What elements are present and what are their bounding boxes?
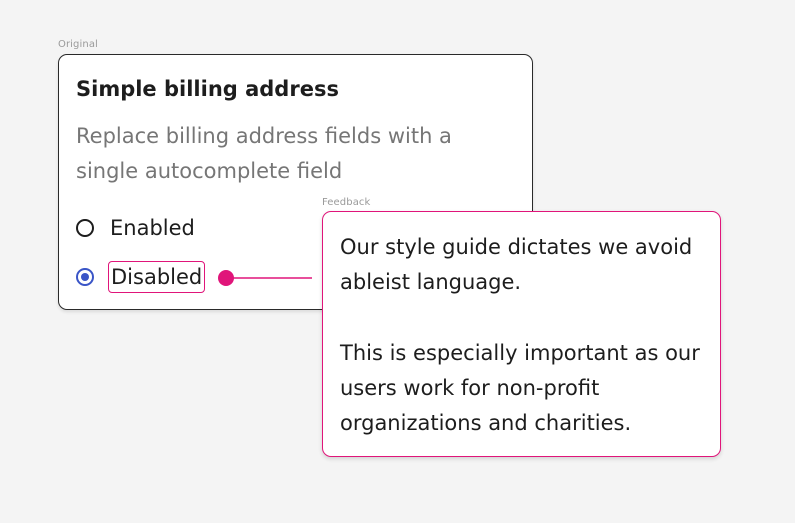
annotation-anchor-dot [218, 270, 234, 286]
feedback-paragraph: Our style guide dictates we avoid ableis… [340, 235, 693, 294]
setting-description: Replace billing address fields with a si… [76, 124, 452, 183]
feedback-card: Our style guide dictates we avoid ableis… [322, 211, 721, 457]
radio-button-disabled[interactable] [76, 268, 94, 286]
radio-label-enabled: Enabled [110, 216, 195, 240]
setting-title: Simple billing address [76, 77, 339, 101]
feedback-text: Our style guide dictates we avoid ableis… [340, 230, 710, 441]
radio-option-disabled[interactable]: Disabled [76, 261, 206, 293]
radio-button-enabled[interactable] [76, 219, 94, 237]
feedback-frame-label: Feedback [322, 197, 371, 208]
feedback-paragraph: This is especially important as our user… [340, 341, 700, 435]
annotation-connector [218, 270, 312, 286]
original-frame-label: Original [58, 39, 98, 50]
radio-label-disabled: Disabled [108, 261, 206, 293]
radio-option-enabled[interactable]: Enabled [76, 216, 195, 240]
